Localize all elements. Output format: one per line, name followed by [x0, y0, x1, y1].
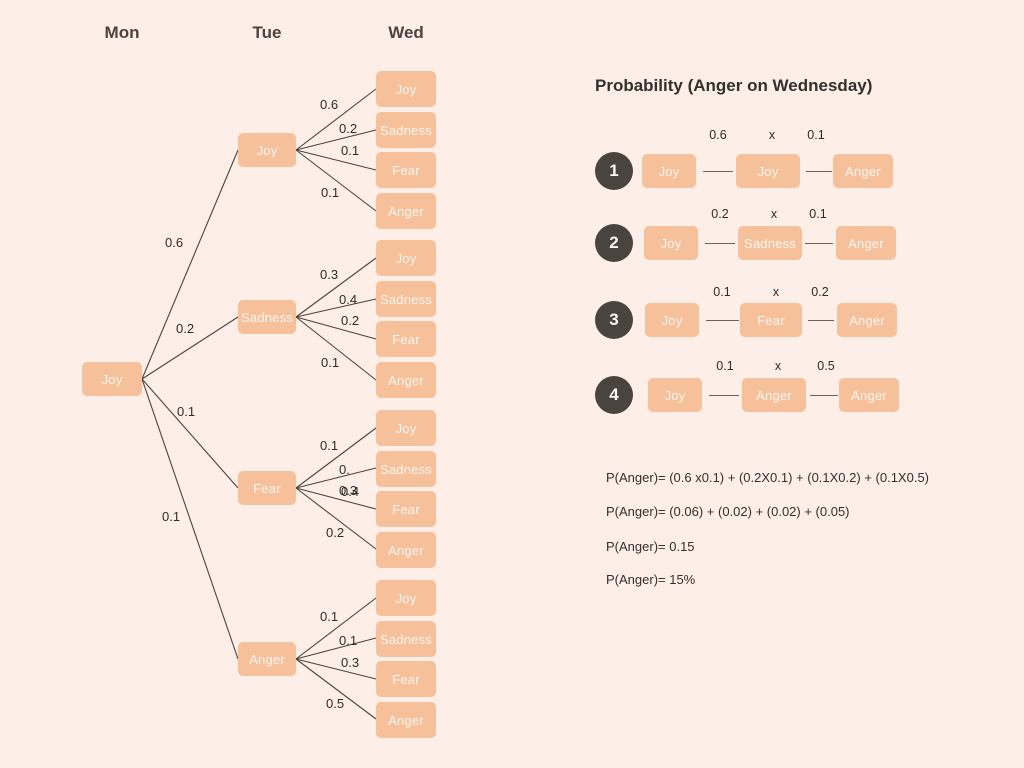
path-3-prob-1: 0.1	[713, 285, 731, 299]
edge-label-g2-anger: 0.1	[321, 355, 340, 370]
tree-node-tue-sadness[interactable]: Sadness	[238, 300, 296, 334]
path-1-node-3[interactable]: Anger	[833, 154, 893, 188]
path-1-multiply-symbol: x	[768, 128, 776, 142]
edge-label-g3-anger: 0.2	[326, 525, 345, 540]
path-1-connector-2	[806, 171, 832, 173]
path-2-prob-2: 0.1	[809, 207, 827, 221]
path-4-connector-1	[709, 395, 739, 397]
path-step-number-4: 4	[595, 376, 633, 414]
tree-node-wed-g2-fear[interactable]: Fear	[376, 321, 436, 357]
column-header-mon: Mon	[104, 23, 140, 42]
path-4-node-2[interactable]: Anger	[742, 378, 806, 412]
tree-node-wed-g3-fear[interactable]: Fear	[376, 491, 436, 527]
path-4-prob-1: 0.1	[716, 359, 734, 373]
tree-node-wed-g3-anger[interactable]: Anger	[376, 532, 436, 568]
edge-label-g4-anger: 0.5	[326, 696, 345, 711]
path-2-node-2[interactable]: Sadness	[738, 226, 802, 260]
tree-node-wed-g2-sadness[interactable]: Sadness	[376, 281, 436, 317]
tree-node-wed-g1-sadness[interactable]: Sadness	[376, 112, 436, 148]
tree-node-wed-g2-joy[interactable]: Joy	[376, 240, 436, 276]
tree-node-tue-anger[interactable]: Anger	[238, 642, 296, 676]
path-3-connector-1	[706, 320, 739, 322]
path-2-node-1[interactable]: Joy	[644, 226, 698, 260]
tree-node-tue-joy[interactable]: Joy	[238, 133, 296, 167]
edge-label-g1-joy: 0.6	[320, 97, 339, 112]
path-4-node-3[interactable]: Anger	[839, 378, 899, 412]
path-4-node-1[interactable]: Joy	[648, 378, 702, 412]
tree-node-tue-fear[interactable]: Fear	[238, 471, 296, 505]
edge-label-g1-anger: 0.1	[321, 185, 340, 200]
path-3-node-2[interactable]: Fear	[740, 303, 802, 337]
tree-node-wed-g4-joy[interactable]: Joy	[376, 580, 436, 616]
path-3-node-1[interactable]: Joy	[645, 303, 699, 337]
path-1-prob-2: 0.1	[807, 128, 825, 142]
column-header-wed: Wed	[388, 23, 424, 42]
path-1-node-2[interactable]: Joy	[736, 154, 800, 188]
tree-node-wed-g3-sadness[interactable]: Sadness	[376, 451, 436, 487]
edge-label-g1-fear: 0.1	[341, 143, 360, 158]
edge-label-g2-fear: 0.2	[341, 313, 360, 328]
edge-label-g2-joy: 0.3	[320, 267, 339, 282]
formula-line-3: P(Anger)= 0.15	[606, 539, 695, 554]
formula-line-2: P(Anger)= (0.06) + (0.02) + (0.02) + (0.…	[606, 504, 850, 519]
edge-label-root-anger: 0.1	[162, 509, 181, 524]
tree-node-wed-g4-anger[interactable]: Anger	[376, 702, 436, 738]
path-1-connector-1	[703, 171, 733, 173]
edge-label-root-joy: 0.6	[165, 235, 184, 250]
path-2-connector-1	[705, 243, 735, 245]
path-2-multiply-symbol: x	[770, 207, 778, 221]
path-4-multiply-symbol: x	[774, 359, 782, 373]
edge-label-g3-fear: 0.4	[341, 484, 360, 499]
tree-node-wed-g1-joy[interactable]: Joy	[376, 71, 436, 107]
edge-label-g1-sadness: 0.2	[339, 121, 358, 136]
edge-label-g4-joy: 0.1	[320, 609, 339, 624]
path-2-node-3[interactable]: Anger	[836, 226, 896, 260]
path-step-number-2: 2	[595, 224, 633, 262]
tree-node-root-joy[interactable]: Joy	[82, 362, 142, 396]
tree-node-wed-g1-anger[interactable]: Anger	[376, 193, 436, 229]
tree-node-wed-g3-joy[interactable]: Joy	[376, 410, 436, 446]
edge-label-g2-sadness: 0.4	[339, 292, 358, 307]
column-header-tue: Tue	[252, 23, 282, 42]
formula-line-1: P(Anger)= (0.6 x0.1) + (0.2X0.1) + (0.1X…	[606, 470, 930, 485]
path-1-prob-1: 0.6	[709, 128, 727, 142]
path-3-multiply-symbol: x	[772, 285, 780, 299]
path-3-node-3[interactable]: Anger	[837, 303, 897, 337]
path-3-prob-2: 0.2	[811, 285, 829, 299]
edge-label-root-fear: 0.1	[177, 404, 196, 419]
path-1-node-1[interactable]: Joy	[642, 154, 696, 188]
path-step-number-1: 1	[595, 152, 633, 190]
panel-title: Probability (Anger on Wednesday)	[595, 76, 873, 95]
path-2-connector-2	[805, 243, 833, 245]
path-3-connector-2	[808, 320, 834, 322]
path-step-number-3: 3	[595, 301, 633, 339]
path-2-prob-1: 0.2	[711, 207, 729, 221]
path-4-connector-2	[810, 395, 838, 397]
formula-line-4: P(Anger)= 15%	[606, 572, 696, 587]
tree-node-wed-g2-anger[interactable]: Anger	[376, 362, 436, 398]
edge-label-g3-sadness: 0.	[339, 462, 350, 477]
edge-label-g4-fear: 0.3	[341, 655, 360, 670]
tree-node-wed-g1-fear[interactable]: Fear	[376, 152, 436, 188]
tree-node-wed-g4-sadness[interactable]: Sadness	[376, 621, 436, 657]
path-4-prob-2: 0.5	[817, 359, 835, 373]
edge-label-root-sadness: 0.2	[176, 321, 195, 336]
edge-label-g3-joy: 0.1	[320, 438, 339, 453]
edge-label-g4-sadness: 0.1	[339, 633, 358, 648]
tree-node-wed-g4-fear[interactable]: Fear	[376, 661, 436, 697]
